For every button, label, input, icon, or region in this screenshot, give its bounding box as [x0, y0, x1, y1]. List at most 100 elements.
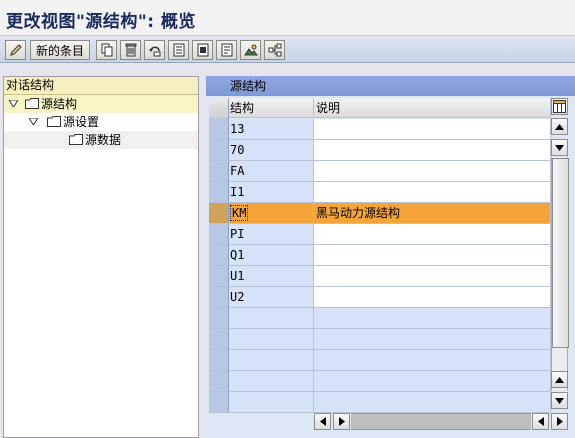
tree-node-source-data[interactable]: 源数据 — [4, 131, 198, 149]
table-row-empty[interactable] — [209, 371, 551, 392]
table-row[interactable]: U2 — [209, 287, 551, 308]
cell-structure[interactable] — [229, 329, 314, 350]
cell-description[interactable] — [314, 266, 551, 287]
folder-icon — [69, 134, 83, 145]
table-row[interactable]: 13 — [209, 119, 551, 140]
cell-structure[interactable]: Q1 — [229, 245, 314, 266]
cell-description[interactable] — [314, 140, 551, 161]
row-selector[interactable] — [209, 245, 229, 266]
edit-icon[interactable] — [5, 40, 26, 60]
select-block-icon[interactable] — [192, 40, 213, 60]
cell-structure[interactable]: FA — [229, 161, 314, 182]
cell-description[interactable] — [314, 119, 551, 140]
scroll-right-icon[interactable] — [333, 413, 350, 430]
cell-structure[interactable]: 13 — [229, 119, 314, 140]
scroll-thumb[interactable] — [552, 158, 569, 348]
vertical-scrollbar[interactable] — [551, 98, 569, 410]
table-header-row: 结构 说明 — [209, 98, 551, 119]
scroll-left-icon[interactable] — [532, 413, 549, 430]
dialog-structure-panel: 对话结构 源结构 源设置 源数据 — [3, 76, 199, 438]
delete-icon[interactable] — [120, 40, 141, 60]
row-selector[interactable] — [209, 392, 229, 413]
horizontal-scrollbar[interactable] — [314, 413, 569, 430]
scroll-up-icon[interactable] — [551, 371, 568, 388]
cell-structure[interactable] — [229, 371, 314, 392]
scroll-up-icon[interactable] — [551, 118, 568, 135]
row-selector[interactable] — [209, 161, 229, 182]
cell-description[interactable] — [314, 245, 551, 266]
folder-icon — [25, 98, 39, 109]
cell-description[interactable] — [314, 350, 551, 371]
table-row-empty[interactable] — [209, 392, 551, 413]
table-row-empty[interactable] — [209, 308, 551, 329]
scroll-down-icon[interactable] — [551, 392, 568, 409]
tree-node-source-settings[interactable]: 源设置 — [4, 113, 198, 131]
row-selector[interactable] — [209, 140, 229, 161]
cell-structure[interactable]: U1 — [229, 266, 314, 287]
table-row[interactable]: Q1 — [209, 245, 551, 266]
tree-node-source-structure[interactable]: 源结构 — [4, 95, 198, 113]
tree-node-label: 源设置 — [63, 115, 100, 129]
table-row-empty[interactable] — [209, 329, 551, 350]
cell-description[interactable] — [314, 329, 551, 350]
cell-structure[interactable] — [229, 392, 314, 413]
table-row[interactable]: 70 — [209, 140, 551, 161]
row-selector[interactable] — [209, 287, 229, 308]
deselect-all-icon[interactable] — [216, 40, 237, 60]
cell-structure[interactable] — [229, 350, 314, 371]
cell-description[interactable] — [314, 308, 551, 329]
cell-description[interactable]: 黑马动力源结构 — [314, 203, 551, 224]
expand-triangle-icon[interactable] — [9, 100, 18, 107]
row-selector[interactable] — [209, 350, 229, 371]
undo-icon[interactable] — [144, 40, 165, 60]
row-selector[interactable] — [209, 182, 229, 203]
row-selector[interactable] — [209, 371, 229, 392]
folder-icon — [47, 116, 61, 127]
scroll-track[interactable] — [551, 157, 569, 391]
row-selector[interactable] — [209, 224, 229, 245]
table-row[interactable]: FA — [209, 161, 551, 182]
cell-structure[interactable] — [229, 308, 314, 329]
cell-structure[interactable]: KM — [229, 203, 314, 224]
source-structure-panel: 源结构 结构 说明 13 70 FA I1 KM 黑马动力源结构 PI Q1 U… — [206, 76, 575, 438]
table-row[interactable]: I1 — [209, 182, 551, 203]
column-settings-icon[interactable] — [551, 98, 568, 115]
new-entries-button[interactable]: 新的条目 — [30, 40, 90, 60]
column-header-description[interactable]: 说明 — [314, 98, 551, 118]
row-selector[interactable] — [209, 119, 229, 140]
scroll-down-icon[interactable] — [551, 139, 568, 156]
cell-description[interactable] — [314, 182, 551, 203]
cell-structure-text: KM — [230, 205, 249, 221]
table-row[interactable]: PI — [209, 224, 551, 245]
cell-description[interactable] — [314, 224, 551, 245]
row-selector[interactable] — [209, 266, 229, 287]
select-all-rows-cell[interactable] — [209, 98, 229, 119]
cell-description[interactable] — [314, 287, 551, 308]
cell-description[interactable] — [314, 161, 551, 182]
cell-structure[interactable]: 70 — [229, 140, 314, 161]
select-all-icon[interactable] — [168, 40, 189, 60]
table-row[interactable]: U1 — [209, 266, 551, 287]
cell-structure[interactable]: U2 — [229, 287, 314, 308]
scroll-left-icon[interactable] — [314, 413, 331, 430]
expand-triangle-icon[interactable] — [29, 118, 38, 125]
toolbar: 新的条目 — [0, 37, 575, 63]
horizontal-scroll-track[interactable] — [351, 413, 531, 430]
column-header-structure[interactable]: 结构 — [229, 98, 314, 118]
table-row-empty[interactable] — [209, 350, 551, 371]
scroll-right-icon[interactable] — [551, 413, 568, 430]
hierarchy-icon[interactable] — [264, 40, 285, 60]
row-selector[interactable] — [209, 329, 229, 350]
row-selector[interactable] — [209, 203, 229, 224]
cell-structure[interactable]: PI — [229, 224, 314, 245]
window-title: 更改视图"源结构": 概览 — [6, 12, 196, 32]
cell-description[interactable] — [314, 392, 551, 413]
copy-icon[interactable] — [96, 40, 117, 60]
title-bar: 更改视图"源结构": 概览 — [0, 0, 575, 36]
image-icon[interactable] — [240, 40, 261, 60]
row-selector[interactable] — [209, 308, 229, 329]
cell-description[interactable] — [314, 371, 551, 392]
table-row-selected[interactable]: KM 黑马动力源结构 — [209, 203, 551, 224]
dialog-structure-header: 对话结构 — [4, 77, 198, 95]
cell-structure[interactable]: I1 — [229, 182, 314, 203]
